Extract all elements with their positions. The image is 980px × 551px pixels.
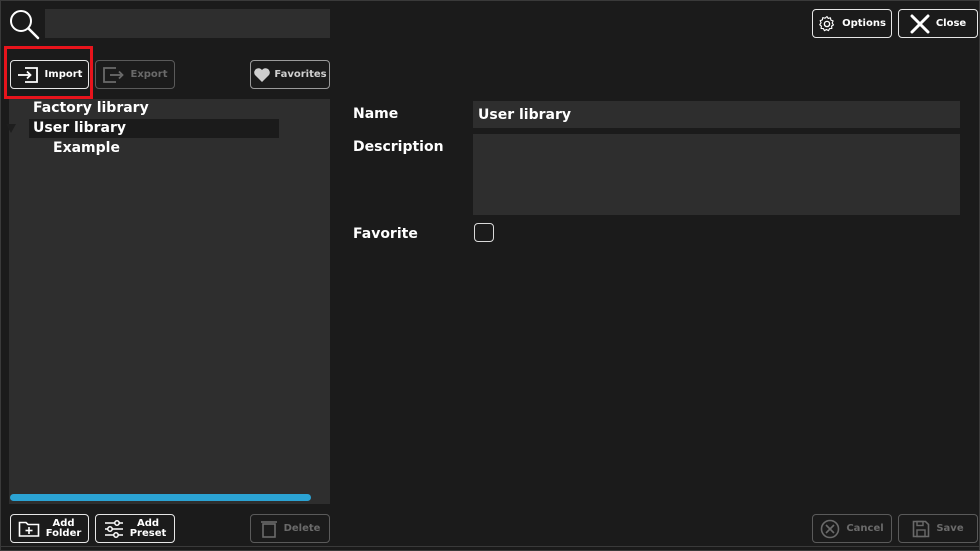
favorites-label: Favorites [274,69,327,80]
cancel-icon [821,519,840,538]
options-button[interactable]: Options [812,9,892,38]
description-field[interactable] [473,134,960,215]
cancel-button[interactable]: Cancel [812,514,892,543]
favorites-button[interactable]: Favorites [250,60,330,89]
export-label: Export [130,69,168,80]
add-folder-icon [18,521,39,537]
tree-item-user-library[interactable]: User library [29,119,279,138]
tree-item-example[interactable]: Example [53,139,120,158]
delete-button[interactable]: Delete [250,514,330,543]
name-field[interactable] [473,101,960,128]
trash-icon [260,520,277,538]
options-label: Options [842,18,886,29]
favorite-label: Favorite [353,226,418,242]
expand-arrow-icon[interactable] [6,124,16,133]
save-icon [913,520,930,537]
add-folder-label: Add Folder [45,517,82,539]
add-preset-label: Add Preset [129,517,167,539]
close-icon [910,14,930,33]
close-button[interactable]: Close [898,9,978,38]
search-input[interactable] [45,9,330,38]
bottom-edge [0,546,980,547]
delete-label: Delete [283,523,321,534]
favorite-checkbox[interactable] [474,223,494,242]
scrollbar[interactable] [10,494,311,501]
gear-icon [819,15,835,31]
export-icon [103,66,125,83]
save-button[interactable]: Save [898,514,978,543]
import-highlight [4,46,93,99]
library-tree[interactable] [9,99,330,504]
save-label: Save [936,523,964,534]
add-folder-button[interactable]: Add Folder [10,514,89,543]
search-icon[interactable] [8,8,40,40]
name-label: Name [353,106,399,122]
close-label: Close [935,18,967,29]
tree-item-factory-library[interactable]: Factory library [33,99,149,118]
export-button[interactable]: Export [95,60,175,89]
description-label: Description [353,139,444,155]
add-preset-button[interactable]: Add Preset [95,514,175,543]
cancel-label: Cancel [846,523,884,534]
heart-icon [254,67,271,82]
sliders-icon [104,519,123,538]
